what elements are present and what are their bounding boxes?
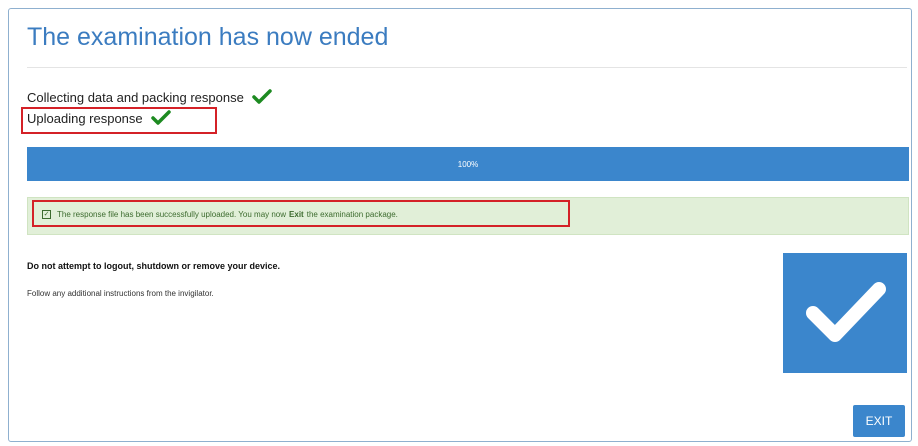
warning-text: Do not attempt to logout, shutdown or re… <box>27 261 281 271</box>
info-text: Follow any additional instructions from … <box>27 289 214 298</box>
page-title: The examination has now ended <box>27 23 389 51</box>
check-icon <box>252 89 272 104</box>
step-collecting: Collecting data and packing response <box>27 89 272 105</box>
completed-badge <box>783 253 907 373</box>
progress-bar: 100% <box>27 147 909 181</box>
progress-label: 100% <box>457 159 479 169</box>
highlight-uploading <box>21 107 217 134</box>
title-divider <box>27 67 907 68</box>
step-label: Collecting data and packing response <box>27 89 244 105</box>
exit-button[interactable]: EXIT <box>853 405 905 437</box>
large-check-icon <box>806 282 886 342</box>
highlight-alert <box>32 200 570 227</box>
